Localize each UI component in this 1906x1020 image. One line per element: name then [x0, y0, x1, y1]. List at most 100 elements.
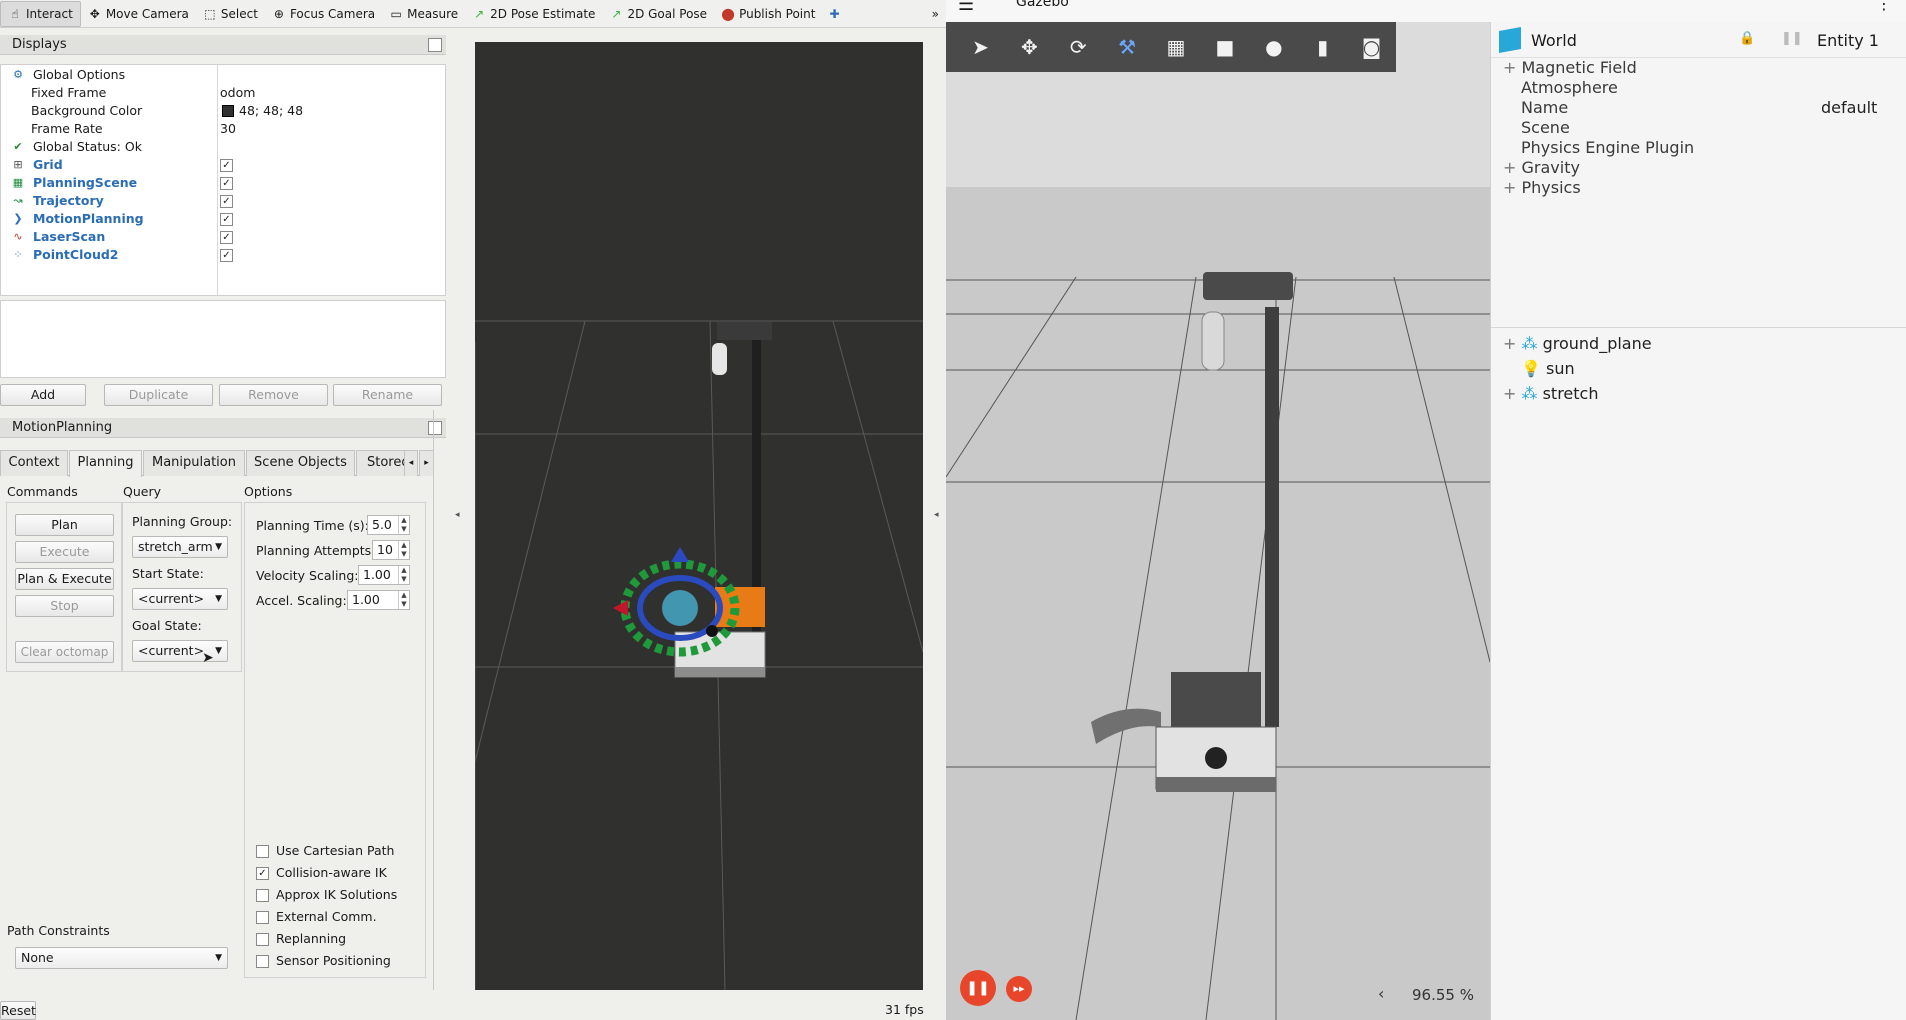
tree-row-fixed-frame[interactable]: Fixed Frame odom	[1, 84, 445, 102]
rename-display-button[interactable]: Rename	[333, 384, 442, 406]
add-tool-button[interactable]: ✚	[822, 1, 846, 27]
property-gravity[interactable]: + Gravity	[1503, 158, 1580, 177]
property-name-value: default	[1821, 98, 1878, 117]
planning-scene-enabled-checkbox[interactable]: ✓	[220, 177, 233, 190]
displays-float-button[interactable]	[428, 38, 442, 52]
motion-planning-float-button[interactable]	[428, 421, 442, 435]
robot-base-bottom	[675, 667, 765, 677]
property-name[interactable]: Name	[1521, 98, 1568, 117]
property-magnetic-field[interactable]: + Magnetic Field	[1503, 58, 1637, 77]
entity-ground-plane[interactable]: + ⁂ ground_plane	[1503, 334, 1652, 353]
world-cube-icon	[1499, 27, 1521, 53]
path-constraints-select[interactable]: None ▼	[15, 947, 228, 969]
point-cloud-enabled-checkbox[interactable]: ✓	[220, 249, 233, 262]
tree-row-motion-planning[interactable]: ❯ MotionPlanning ✓	[1, 210, 445, 228]
screenshot-icon[interactable]: ◙	[1347, 22, 1396, 72]
execute-button[interactable]: Execute	[15, 541, 114, 563]
tab-scene-objects[interactable]: Scene Objects	[246, 450, 355, 476]
spin-arrows-icon[interactable]: ▲ ▼	[398, 591, 409, 609]
spin-arrows-icon[interactable]: ▲ ▼	[398, 541, 409, 559]
transform-control-icon[interactable]: ⚒	[1103, 22, 1152, 72]
sphere-shape-icon[interactable]: ●	[1249, 22, 1298, 72]
marker-arrow-up[interactable]	[671, 547, 689, 562]
motion-planning-enabled-checkbox[interactable]: ✓	[220, 213, 233, 226]
remove-display-button[interactable]: Remove	[219, 384, 328, 406]
trajectory-enabled-checkbox[interactable]: ✓	[220, 195, 233, 208]
tool-goal-pose[interactable]: ↗ 2D Goal Pose	[602, 1, 714, 27]
entity-sun[interactable]: 💡 sun	[1521, 359, 1575, 378]
more-options-icon[interactable]: ⋮	[1876, 0, 1892, 13]
tabs-scroll-right-button[interactable]: ▸	[419, 450, 434, 476]
rviz-3d-viewport[interactable]	[475, 42, 923, 990]
tool-measure[interactable]: ▭ Measure	[382, 1, 465, 27]
toolbar-overflow-button[interactable]: »	[925, 1, 946, 27]
select-mode-icon[interactable]: ➤	[956, 22, 1005, 72]
tree-row-laser-scan[interactable]: ∿ LaserScan ✓	[1, 228, 445, 246]
gazebo-scene-render	[946, 22, 1490, 1020]
marker-arrow-left[interactable]	[613, 600, 628, 616]
entity-stretch[interactable]: + ⁂ stretch	[1503, 384, 1598, 403]
commands-title: Commands	[7, 484, 78, 499]
tool-focus-camera[interactable]: ⊕ Focus Camera	[265, 1, 382, 27]
tool-publish-point[interactable]: ⬤ Publish Point	[714, 1, 822, 27]
tree-row-grid[interactable]: ⊞ Grid ✓	[1, 156, 445, 174]
duplicate-display-button[interactable]: Duplicate	[104, 384, 213, 406]
gazebo-3d-scene[interactable]: ➤ ✥ ⟳ ⚒ ▦ ■ ● ▮ ◙ ❚❚ ▸▸ ‹ 96.55 %	[946, 22, 1490, 1020]
tool-pose-estimate[interactable]: ↗ 2D Pose Estimate	[465, 1, 602, 27]
property-scene[interactable]: Scene	[1521, 118, 1570, 137]
stop-button[interactable]: Stop	[15, 595, 114, 617]
tree-row-planning-scene[interactable]: ▦ PlanningScene ✓	[1, 174, 445, 192]
property-physics-engine-plugin[interactable]: Physics Engine Plugin	[1521, 138, 1694, 157]
start-state-select[interactable]: <current> ▼	[132, 588, 228, 610]
tool-select[interactable]: ⬚ Select	[196, 1, 265, 27]
tree-row-trajectory[interactable]: ↝ Trajectory ✓	[1, 192, 445, 210]
tree-row-background-color[interactable]: Background Color 48; 48; 48	[1, 102, 445, 120]
stats-collapse-button[interactable]: ‹	[1378, 984, 1384, 1003]
laser-scan-enabled-checkbox[interactable]: ✓	[220, 231, 233, 244]
property-physics[interactable]: + Physics	[1503, 178, 1581, 197]
panel-splitter[interactable]	[433, 410, 434, 990]
fps-readout: 31 fps	[885, 1002, 924, 1017]
tab-planning[interactable]: Planning	[69, 450, 142, 477]
accel-scaling-input[interactable]: 1.00 ▲ ▼	[347, 590, 410, 610]
planning-time-input[interactable]: 5.0 ▲ ▼	[367, 515, 410, 535]
box-shape-icon[interactable]: ■	[1200, 22, 1249, 72]
velocity-scaling-input[interactable]: 1.00 ▲ ▼	[358, 565, 410, 585]
tool-move-camera[interactable]: ✥ Move Camera	[81, 1, 196, 27]
checkmark-icon[interactable]: ✓	[256, 867, 269, 880]
planning-attempts-input[interactable]: 10 ▲ ▼	[372, 540, 410, 560]
clear-octomap-button[interactable]: Clear octomap	[15, 641, 114, 663]
tool-interact[interactable]: ☝ Interact	[0, 0, 81, 27]
tab-manipulation[interactable]: Manipulation	[143, 450, 245, 476]
grid-config-icon[interactable]: ▦	[1152, 22, 1201, 72]
tree-row-global-options[interactable]: ⚙ Global Options	[1, 66, 445, 84]
hamburger-menu-icon[interactable]: ☰	[958, 0, 974, 15]
gazebo-toolbar: ➤ ✥ ⟳ ⚒ ▦ ■ ● ▮ ◙	[946, 22, 1396, 72]
spin-arrows-icon[interactable]: ▲ ▼	[398, 566, 409, 584]
reset-button[interactable]: Reset	[0, 1001, 36, 1020]
tree-row-frame-rate[interactable]: Frame Rate 30	[1, 120, 445, 138]
pause-button[interactable]: ❚❚	[960, 970, 996, 1006]
interactive-marker-sphere[interactable]	[662, 590, 698, 626]
tab-context[interactable]: Context	[0, 450, 68, 476]
model-icon: ⁂	[1521, 384, 1538, 403]
property-atmosphere[interactable]: Atmosphere	[1521, 78, 1618, 97]
plan-and-execute-button[interactable]: Plan & Execute	[15, 568, 114, 590]
cylinder-shape-icon[interactable]: ▮	[1298, 22, 1347, 72]
tabs-scroll-left-button[interactable]: ◂	[404, 450, 418, 476]
tree-row-point-cloud[interactable]: ⁘ PointCloud2 ✓	[1, 246, 445, 264]
translate-mode-icon[interactable]: ✥	[1005, 22, 1054, 72]
velocity-scaling-label: Velocity Scaling:	[256, 568, 359, 583]
rotate-mode-icon[interactable]: ⟳	[1054, 22, 1103, 72]
tree-row-global-status[interactable]: ✔ Global Status: Ok	[1, 138, 445, 156]
add-display-button[interactable]: Add	[0, 384, 86, 406]
grid-enabled-checkbox[interactable]: ✓	[220, 159, 233, 172]
plan-button[interactable]: Plan	[15, 514, 114, 536]
step-button[interactable]: ▸▸	[1006, 976, 1032, 1002]
pause-updates-icon[interactable]: ❚❚	[1781, 31, 1803, 46]
spin-arrows-icon[interactable]: ▲ ▼	[398, 516, 409, 534]
lock-icon[interactable]: 🔒	[1739, 31, 1755, 46]
collapse-right-icon[interactable]: ◂	[934, 510, 939, 520]
collapse-left-icon[interactable]: ◂	[455, 510, 460, 520]
planning-group-select[interactable]: stretch_arm ▼	[132, 536, 228, 558]
